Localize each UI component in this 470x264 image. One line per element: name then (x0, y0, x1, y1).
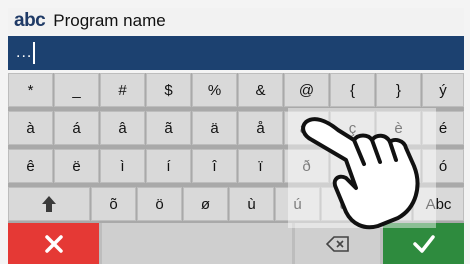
text-caret (33, 42, 36, 64)
key-close-brace[interactable]: } (376, 73, 421, 107)
keyboard-area: * _ # $ % & @ { } ý à á â ã ä å æ ç è é … (8, 73, 464, 223)
key-a-grave[interactable]: à (8, 111, 53, 145)
key-underscore[interactable]: _ (54, 73, 99, 107)
key-open-brace[interactable]: { (330, 73, 375, 107)
key-i-acute[interactable]: í (146, 149, 191, 183)
key-e-acute[interactable]: é (422, 111, 464, 145)
shift-arrow-icon (42, 196, 56, 212)
key-u-umlaut[interactable]: ü (367, 187, 412, 221)
text-input[interactable]: ... (8, 36, 464, 70)
backspace-icon (325, 235, 349, 252)
key-o-slash[interactable]: ø (183, 187, 228, 221)
key-star[interactable]: * (8, 73, 53, 107)
key-y-acute[interactable]: ý (422, 73, 464, 107)
key-u-grave[interactable]: ù (229, 187, 274, 221)
checkmark-icon (412, 234, 435, 253)
input-value: ... (16, 44, 33, 61)
key-c-cedilla[interactable]: ç (330, 111, 375, 145)
key-ampersand[interactable]: & (238, 73, 283, 107)
key-o-umlaut[interactable]: ö (137, 187, 182, 221)
key-hash[interactable]: # (100, 73, 145, 107)
key-i-grave[interactable]: ì (100, 149, 145, 183)
key-i-circumflex[interactable]: î (192, 149, 237, 183)
shift-key[interactable] (8, 187, 90, 221)
close-icon (44, 234, 63, 253)
abc-label: abc (14, 10, 46, 31)
bottom-row (8, 223, 464, 264)
key-eth[interactable]: ð (284, 149, 329, 183)
key-a-umlaut[interactable]: ä (192, 111, 237, 145)
dialog-title: Program name (53, 11, 166, 30)
key-at[interactable]: @ (284, 73, 329, 107)
key-o-acute[interactable]: ó (422, 149, 464, 183)
key-percent[interactable]: % (192, 73, 237, 107)
key-i-umlaut[interactable]: ï (238, 149, 283, 183)
key-a-circumflex[interactable]: â (100, 111, 145, 145)
key-ae[interactable]: æ (284, 111, 329, 145)
key-n-tilde[interactable]: ñ (330, 149, 375, 183)
backspace-key[interactable] (295, 223, 380, 264)
header: abc Program name (8, 8, 464, 34)
keyboard-dialog: abc Program name ... * _ # $ % & @ { } ý… (0, 0, 470, 264)
cancel-button[interactable] (8, 223, 99, 264)
abc-mode-key[interactable]: Abc (413, 187, 464, 221)
key-dollar[interactable]: $ (146, 73, 191, 107)
key-e-umlaut[interactable]: ë (54, 149, 99, 183)
key-u-circumflex[interactable]: û (321, 187, 366, 221)
key-a-acute[interactable]: á (54, 111, 99, 145)
key-e-grave[interactable]: è (376, 111, 421, 145)
space-key[interactable] (102, 223, 292, 264)
key-a-tilde[interactable]: ã (146, 111, 191, 145)
key-o-grave[interactable]: ò (376, 149, 421, 183)
key-u-acute[interactable]: ú (275, 187, 320, 221)
key-e-circumflex[interactable]: ê (8, 149, 53, 183)
key-o-tilde[interactable]: õ (91, 187, 136, 221)
ok-button[interactable] (383, 223, 464, 264)
key-a-ring[interactable]: å (238, 111, 283, 145)
